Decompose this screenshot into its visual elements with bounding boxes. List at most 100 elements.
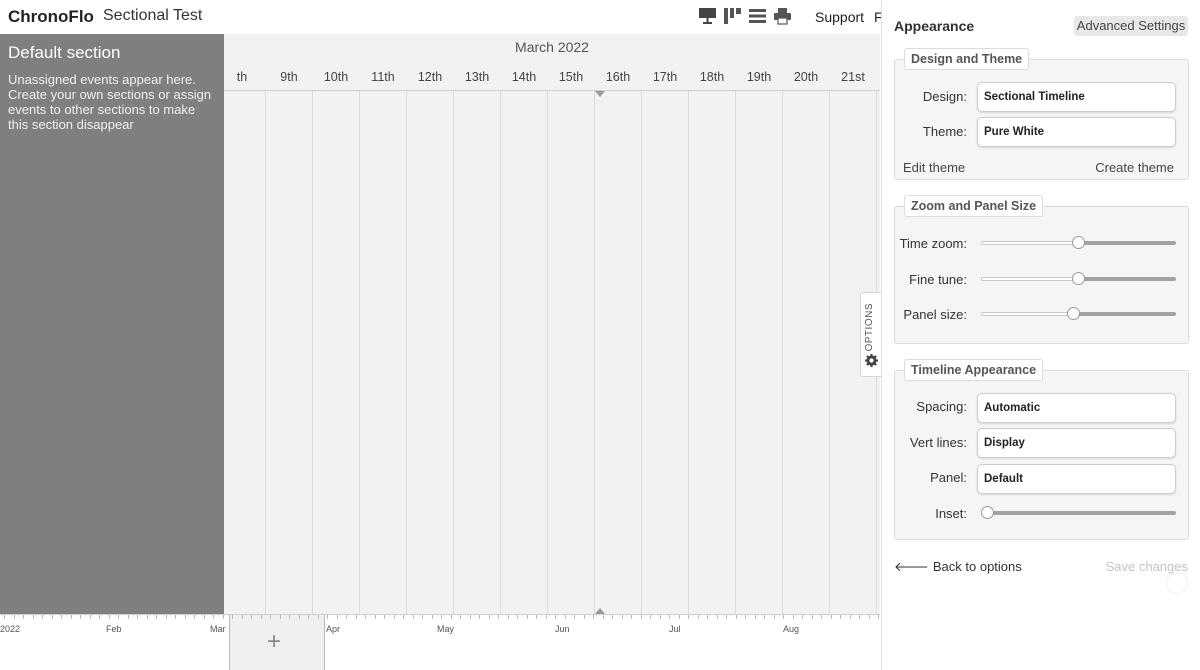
slider-track-empty (981, 277, 1078, 281)
overview-tick (394, 615, 395, 619)
overview-tick (280, 615, 281, 619)
overview-tick (147, 615, 148, 619)
default-section-panel[interactable]: Default section Unassigned events appear… (0, 34, 224, 614)
overview-tick (42, 615, 43, 619)
overview-tick (546, 615, 547, 619)
overview-tick (61, 615, 62, 619)
day-gridline (406, 91, 407, 614)
vert-lines-select[interactable]: Display (977, 428, 1176, 458)
day-label: 12th (417, 70, 443, 84)
edit-theme-link[interactable]: Edit theme (903, 160, 965, 175)
overview-tick (232, 615, 233, 619)
overview-tick (80, 615, 81, 619)
print-icon[interactable] (773, 7, 792, 25)
overview-tick (536, 615, 537, 619)
slider-track-filled (1078, 241, 1176, 245)
time-zoom-slider[interactable] (981, 236, 1176, 249)
slider-thumb[interactable] (981, 506, 994, 519)
overview-navigator[interactable]: + 2022 Feb Mar Apr May Jun Jul Aug (0, 614, 880, 670)
overview-tick (4, 615, 5, 619)
overview-tick (318, 615, 319, 619)
overview-tick (508, 615, 509, 619)
overview-tick (128, 615, 129, 619)
day-label: 19th (746, 70, 772, 84)
overview-tick (270, 615, 271, 619)
slider-track-filled (1078, 277, 1176, 281)
spacing-label: Spacing: (916, 399, 967, 414)
view-switcher (698, 7, 792, 25)
overview-tick (783, 615, 784, 619)
day-label: 18th (699, 70, 725, 84)
overview-tick (299, 615, 300, 619)
overview-tick (869, 615, 870, 619)
list-icon[interactable] (748, 7, 767, 25)
overview-tick (346, 615, 347, 619)
overview-tick (337, 615, 338, 619)
theme-select[interactable]: Pure White (977, 117, 1176, 147)
fine-tune-label: Fine tune: (909, 272, 967, 287)
spacing-select[interactable]: Automatic (977, 393, 1176, 423)
overview-tick (365, 615, 366, 619)
overview-tick (707, 615, 708, 619)
overview-tick (603, 615, 604, 619)
add-event-icon[interactable]: + (267, 630, 281, 654)
fine-tune-slider[interactable] (981, 272, 1176, 285)
slider-thumb[interactable] (1067, 307, 1080, 320)
overview-tick (422, 615, 423, 619)
panel-title: Appearance (894, 18, 975, 34)
create-theme-link[interactable]: Create theme (1095, 160, 1174, 175)
overview-tick (517, 615, 518, 619)
panel-size-slider[interactable] (981, 307, 1176, 320)
timeline-canvas[interactable]: March 2022 th 9th 10th 11th 12th 13th 14th 15th… (224, 34, 880, 614)
gear-icon (865, 354, 878, 367)
overview-month-label: Aug (783, 624, 800, 634)
slider-thumb[interactable] (1072, 236, 1085, 249)
design-theme-group: Design and Theme Design: Sectional Timel… (894, 48, 1189, 180)
monitor-icon[interactable] (698, 7, 717, 25)
overview-month-label: Jul (669, 624, 681, 634)
panel-select[interactable]: Default (977, 464, 1176, 494)
columns-icon[interactable] (723, 7, 742, 25)
inset-slider[interactable] (981, 506, 1176, 519)
overview-tick (185, 615, 186, 619)
overview-tick (223, 615, 224, 619)
document-title[interactable]: Sectional Test (103, 7, 202, 25)
overview-tick (204, 615, 205, 619)
overview-month-label: May (437, 624, 455, 634)
design-label: Design: (922, 89, 967, 104)
overview-tick (631, 615, 632, 619)
overview-tick (840, 615, 841, 619)
day-label: 17th (652, 70, 678, 84)
inset-label: Inset: (935, 506, 967, 521)
advanced-settings-button[interactable]: Advanced Settings (1074, 16, 1188, 36)
slider-track-empty (981, 241, 1078, 245)
overview-tick (194, 615, 195, 619)
overview-month-label: 2022 (0, 624, 21, 634)
overview-tick (698, 615, 699, 619)
day-gridline (547, 91, 548, 614)
overview-tick (774, 615, 775, 619)
vert-lines-label: Vert lines: (909, 435, 967, 450)
support-link[interactable]: Support (815, 9, 864, 25)
brand-logo[interactable]: ChronoFlo (8, 7, 94, 27)
options-tab[interactable]: OPTIONS (860, 292, 882, 377)
back-to-options-link[interactable]: 🡐 Back to options (894, 559, 1022, 575)
overview-tick (33, 615, 34, 619)
overview-tick (451, 615, 452, 619)
design-select[interactable]: Sectional Timeline (977, 82, 1176, 112)
slider-thumb[interactable] (1072, 272, 1085, 285)
design-theme-legend: Design and Theme (904, 48, 1030, 70)
overview-tick (156, 615, 157, 619)
day-gridline (641, 91, 642, 614)
overview-tick (641, 615, 642, 619)
overview-tick (109, 615, 110, 619)
day-label: 20th (793, 70, 819, 84)
overview-tick (669, 615, 670, 619)
overview-tick (593, 615, 594, 619)
overview-tick (52, 615, 53, 619)
overview-tick (403, 615, 404, 619)
overview-tick (679, 615, 680, 619)
overview-tick (14, 615, 15, 619)
timeline-appearance-group: Timeline Appearance Spacing: Automatic V… (894, 359, 1189, 540)
overview-window[interactable]: + (229, 615, 325, 670)
